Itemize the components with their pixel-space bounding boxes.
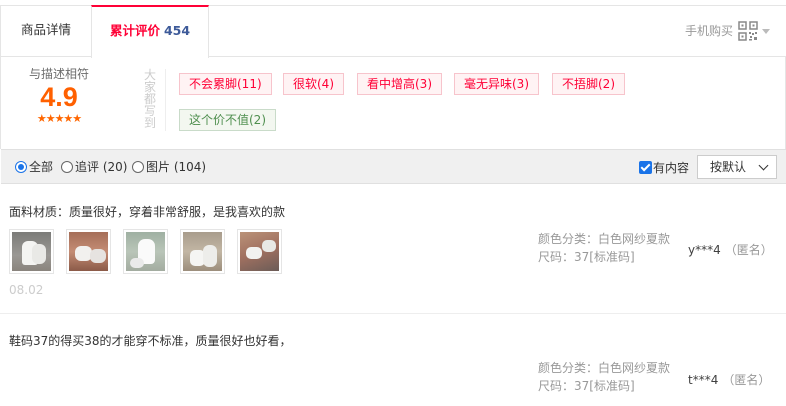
review-user: y***4 （匿名） (688, 241, 773, 258)
chevron-down-icon (762, 28, 770, 34)
sku-color-label: 颜色分类： (538, 361, 599, 375)
review-content: 面料材质：质量很好，穿着非常舒服，是我喜欢的款 (9, 205, 286, 219)
sku-size: 尺码：37[标准码] (538, 248, 670, 266)
impression-tag[interactable]: 这个价不值(2) (179, 109, 276, 131)
sku-size-value: 37[标准码] (574, 250, 635, 264)
review-sku-info: 颜色分类：白色网纱夏款 尺码：37[标准码] (538, 230, 670, 266)
review-photo-thumb[interactable] (237, 229, 282, 274)
filter-append-radio[interactable]: 追评 (20) (61, 159, 127, 175)
review-item: 面料材质：质量很好，穿着非常舒服，是我喜欢的款 08.02 颜色分类：白色网纱夏… (0, 184, 786, 314)
review-photo-thumb[interactable] (123, 229, 168, 274)
review-username: t***4 (688, 373, 719, 387)
impression-tag[interactable]: 不捂脚(2) (552, 73, 625, 95)
sku-color-label: 颜色分类： (538, 232, 599, 246)
review-anonymous: （匿名） (722, 373, 771, 387)
review-photo-thumb[interactable] (66, 229, 111, 274)
filter-pics-label: 图片 (104) (146, 160, 207, 174)
filter-append-label: 追评 (20) (75, 160, 128, 174)
radio-unchecked-icon (61, 161, 73, 173)
score-box: 与描述相符 4.9 ★★★★★ (9, 65, 109, 125)
tab-reviews[interactable]: 累计评价 454 (91, 5, 209, 58)
review-photo-thumb[interactable] (180, 229, 225, 274)
impression-tag[interactable]: 不会累脚(11) (179, 73, 272, 95)
mobile-buy-link[interactable]: 手机购买 (685, 20, 770, 42)
review-tabbar: 商品详情 累计评价 454 手机购买 (0, 5, 786, 58)
review-photo-image (240, 232, 279, 271)
radio-checked-icon (15, 161, 27, 173)
sort-select-value: 按默认 (710, 160, 747, 174)
review-user: t***4 （匿名） (688, 371, 770, 388)
review-date: 08.02 (9, 283, 44, 297)
sku-color: 颜色分类：白色网纱夏款 (538, 230, 670, 248)
review-photos (9, 229, 282, 274)
has-content-checkbox[interactable]: 有内容 (639, 159, 689, 176)
tab-product-details[interactable]: 商品详情 (1, 5, 91, 57)
impression-tag[interactable]: 看中增高(3) (357, 73, 442, 95)
review-filter-bar: 全部 追评 (20) 图片 (104) 有内容 按默认 (1, 149, 786, 184)
sku-size-value: 37[标准码] (574, 379, 635, 393)
sku-size-label: 尺码： (538, 379, 575, 393)
tab-reviews-label: 累计评价 (109, 23, 160, 38)
qr-code-icon (738, 21, 758, 41)
tab-reviews-count: 454 (163, 23, 191, 38)
review-photo-thumb[interactable] (9, 229, 54, 274)
star-rating: ★★★★★ (36, 112, 82, 125)
review-photo-image (126, 232, 165, 271)
score-value: 4.9 (40, 82, 78, 112)
filter-pics-radio[interactable]: 图片 (104) (132, 159, 206, 175)
sku-color: 颜色分类：白色网纱夏款 (538, 359, 670, 377)
filter-all-radio[interactable]: 全部 (15, 159, 53, 175)
score-title: 与描述相符 (28, 67, 89, 81)
impression-tag[interactable]: 很软(4) (283, 73, 344, 95)
mobile-buy-label: 手机购买 (684, 24, 733, 38)
filter-all-label: 全部 (29, 160, 54, 174)
has-content-label: 有内容 (653, 161, 690, 175)
sku-color-value: 白色网纱夏款 (598, 232, 671, 246)
review-content: 鞋码37的得买38的才能穿不标准，质量很好也好看， (9, 334, 292, 348)
tags-heading: 大家都写到 (143, 68, 156, 130)
review-sku-info: 颜色分类：白色网纱夏款 尺码：37[标准码] (538, 359, 670, 395)
sku-size: 尺码：37[标准码] (538, 377, 670, 395)
review-photo-image (183, 232, 222, 271)
review-photo-image (69, 232, 108, 271)
rate-summary: 与描述相符 4.9 ★★★★★ 大家都写到 不会累脚(11) 很软(4) 看中增… (0, 57, 786, 149)
checkbox-checked-icon (639, 161, 652, 174)
sort-select[interactable]: 按默认 (697, 155, 777, 179)
review-item: 鞋码37的得买38的才能穿不标准，质量很好也好看， 颜色分类：白色网纱夏款 尺码… (0, 314, 786, 406)
sku-color-value: 白色网纱夏款 (598, 361, 671, 375)
tab-product-details-label: 商品详情 (20, 22, 71, 37)
divider (165, 69, 166, 131)
sku-size-label: 尺码： (538, 250, 575, 264)
radio-unchecked-icon (132, 161, 144, 173)
impression-tag[interactable]: 毫无异味(3) (454, 73, 539, 95)
chevron-down-icon (758, 160, 769, 171)
review-username: y***4 (688, 243, 721, 257)
review-anonymous: （匿名） (724, 243, 773, 257)
review-photo-image (12, 232, 51, 271)
